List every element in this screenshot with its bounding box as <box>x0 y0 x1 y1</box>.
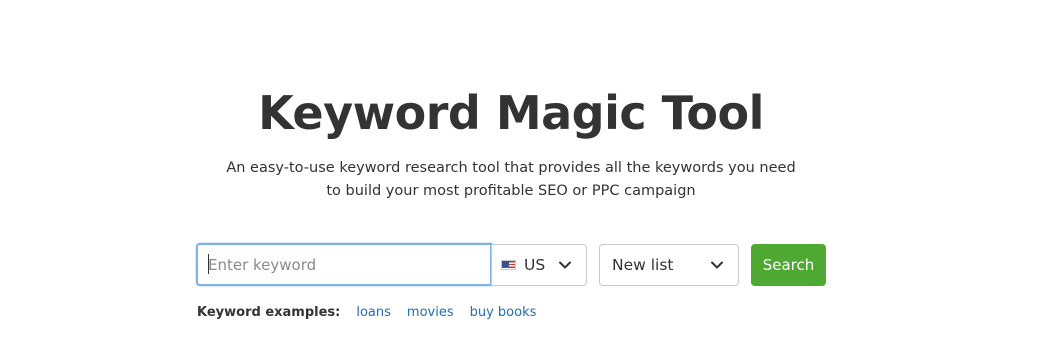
database-select[interactable]: US <box>491 244 587 286</box>
chevron-down-icon <box>559 261 571 269</box>
example-link-buy-books[interactable]: buy books <box>470 305 537 320</box>
text-caret <box>208 254 209 274</box>
database-select-value: US <box>524 256 546 274</box>
subtitle-line-1: An easy-to-use keyword research tool tha… <box>226 160 796 176</box>
list-select-value: New list <box>612 256 674 274</box>
page-title: Keyword Magic Tool <box>258 86 764 140</box>
keyword-examples: Keyword examples: loans movies buy books <box>197 302 552 322</box>
search-button[interactable]: Search <box>751 244 826 286</box>
keyword-input[interactable] <box>196 243 492 286</box>
subtitle-line-2: to build your most profitable SEO or PPC… <box>326 183 696 199</box>
chevron-down-icon <box>711 261 723 269</box>
example-link-loans[interactable]: loans <box>356 305 391 320</box>
keyword-examples-label: Keyword examples: <box>197 304 341 320</box>
example-link-movies[interactable]: movies <box>407 305 454 320</box>
page: Keyword Magic Tool An easy-to-use keywor… <box>0 0 1042 358</box>
page-subtitle: An easy-to-use keyword research tool tha… <box>211 157 811 203</box>
us-flag-icon <box>501 260 516 270</box>
list-select[interactable]: New list <box>599 244 739 286</box>
